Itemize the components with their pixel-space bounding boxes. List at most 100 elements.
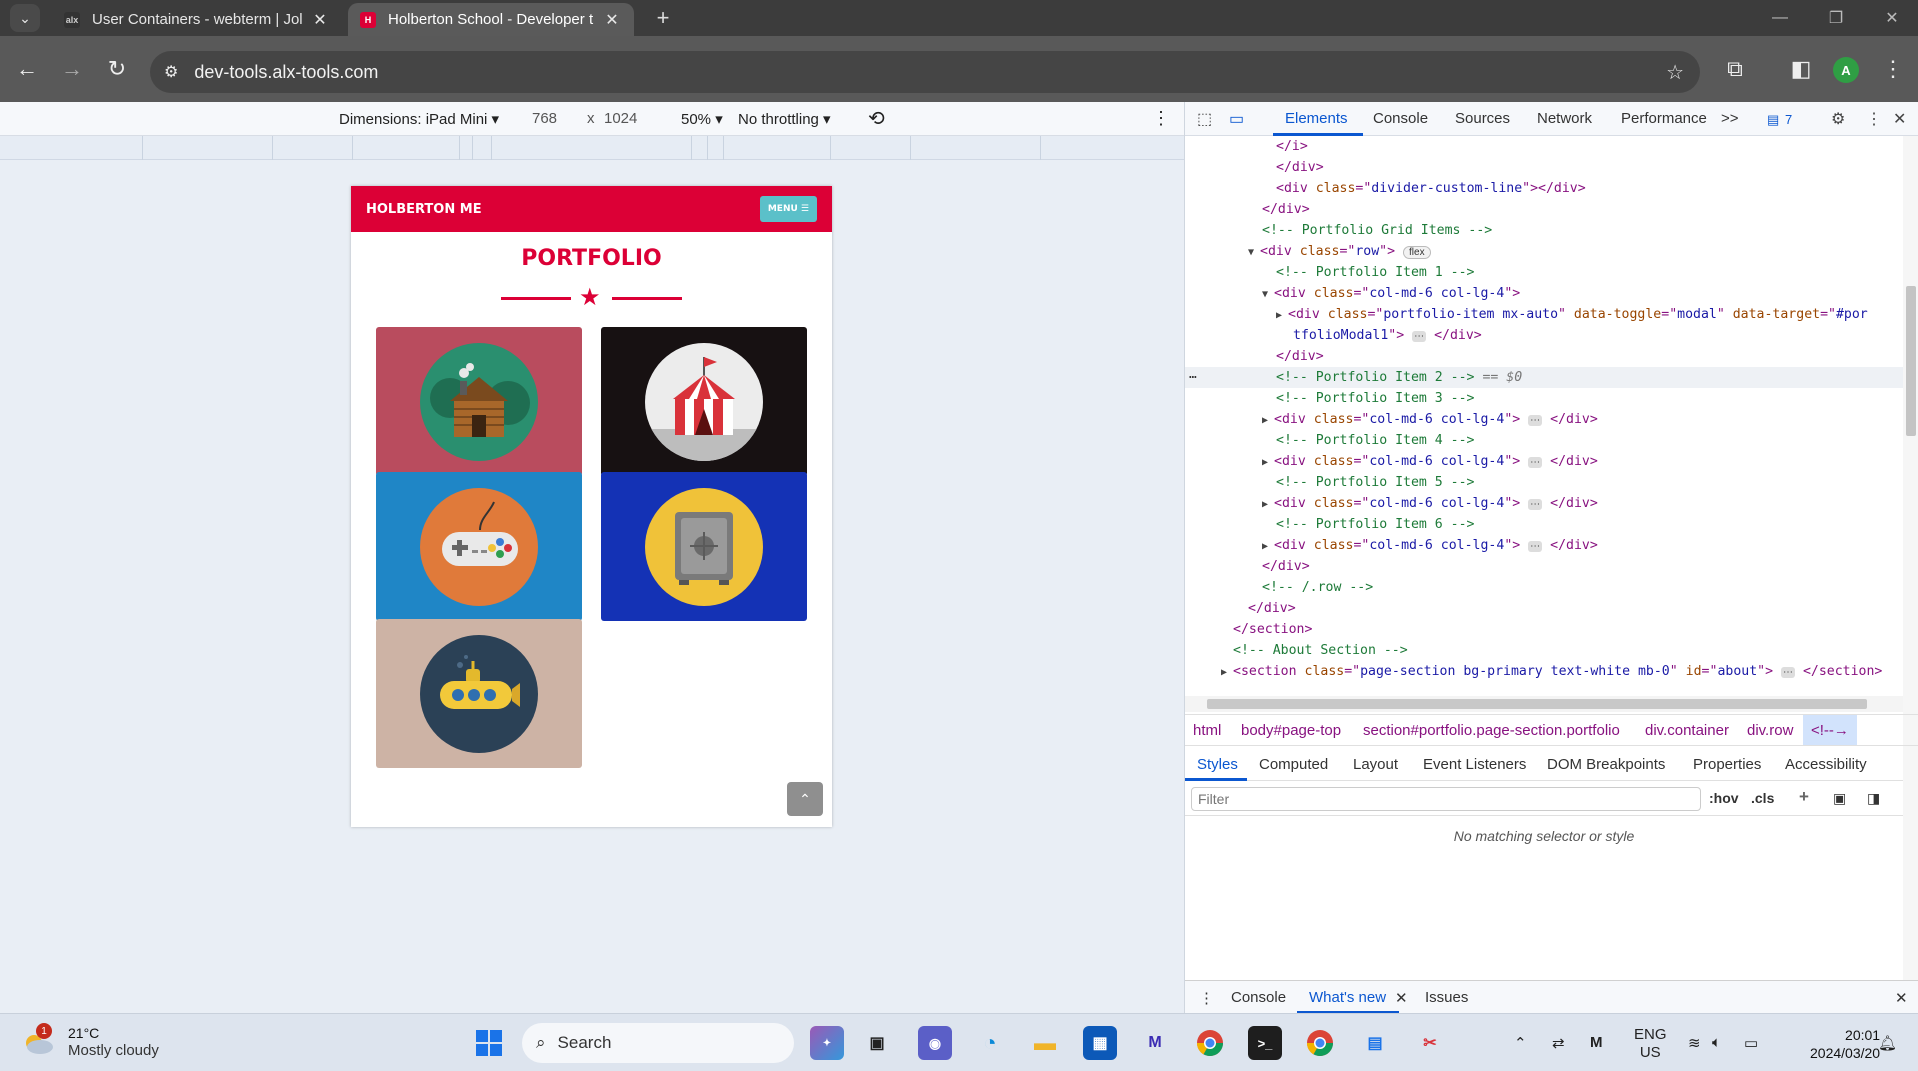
file-explorer-icon[interactable]: ▬ bbox=[1028, 1026, 1062, 1060]
settings-gear-icon[interactable]: ⚙ bbox=[1831, 109, 1845, 129]
dom-line[interactable]: <div class="divider-custom-line"></div> bbox=[1276, 178, 1586, 199]
collapsed-content-button[interactable]: ⋯ bbox=[1528, 541, 1543, 552]
crumb-comment[interactable]: <!--→ bbox=[1803, 715, 1857, 745]
crumb-html[interactable]: html bbox=[1193, 722, 1221, 739]
portfolio-item-circus[interactable] bbox=[601, 327, 807, 476]
dom-line[interactable]: <!-- About Section --> bbox=[1233, 640, 1408, 661]
chrome-icon[interactable] bbox=[1193, 1026, 1227, 1060]
wifi-icon[interactable]: ≋ bbox=[1688, 1034, 1701, 1052]
tab-properties[interactable]: Properties bbox=[1693, 756, 1761, 773]
dom-line[interactable]: ▶ <div class="col-md-6 col-lg-4"> ⋯ </di… bbox=[1262, 409, 1598, 430]
profile-avatar[interactable]: A bbox=[1833, 57, 1859, 83]
device-height-input[interactable]: 1024 bbox=[604, 110, 637, 127]
dom-line[interactable]: <!-- Portfolio Item 5 --> bbox=[1276, 472, 1475, 493]
address-bar[interactable]: ⚙ dev-tools.alx-tools.com ☆ bbox=[150, 51, 1700, 93]
edge-icon[interactable]: ◔ bbox=[973, 1026, 1007, 1060]
collapsed-content-button[interactable]: ⋯ bbox=[1528, 415, 1543, 426]
dom-line[interactable]: <!-- Portfolio Item 6 --> bbox=[1276, 514, 1475, 535]
new-style-rule-icon[interactable]: + bbox=[1799, 787, 1809, 807]
scroll-to-top-button[interactable]: ⌃ bbox=[787, 782, 823, 816]
close-devtools-icon[interactable]: ✕ bbox=[1893, 109, 1906, 129]
zoom-select[interactable]: 50% ▾ bbox=[681, 110, 723, 128]
collapsed-content-button[interactable]: ⋯ bbox=[1412, 331, 1427, 342]
more-tabs-button[interactable]: >> bbox=[1721, 110, 1739, 127]
crumb-row[interactable]: div.row bbox=[1747, 722, 1793, 739]
dom-line-selected[interactable]: ⋯ <!-- Portfolio Item 2 --> == $0 bbox=[1185, 367, 1903, 388]
drawer-tab-issues[interactable]: Issues bbox=[1425, 989, 1468, 1006]
tab-layout[interactable]: Layout bbox=[1353, 756, 1398, 773]
drawer-tab-console[interactable]: Console bbox=[1231, 989, 1286, 1006]
dom-line[interactable]: <!-- Portfolio Item 1 --> bbox=[1276, 262, 1475, 283]
tray-app-icon[interactable]: M bbox=[1590, 1034, 1603, 1051]
dom-line[interactable]: ▶ <section class="page-section bg-primar… bbox=[1221, 661, 1882, 682]
dom-line[interactable]: </div> bbox=[1262, 199, 1310, 220]
battery-icon[interactable]: ▭ bbox=[1744, 1034, 1758, 1052]
rotate-icon[interactable]: ⟲ bbox=[868, 106, 885, 131]
tray-overflow-icon[interactable]: ⌃ bbox=[1514, 1034, 1527, 1052]
crumb-section[interactable]: section#portfolio.page-section.portfolio bbox=[1363, 722, 1620, 739]
copilot-icon[interactable]: ✦ bbox=[810, 1026, 844, 1060]
tab-computed[interactable]: Computed bbox=[1259, 756, 1328, 773]
portfolio-item-game[interactable] bbox=[376, 472, 582, 621]
bookmark-star-icon[interactable]: ☆ bbox=[1666, 60, 1684, 85]
tab-console[interactable]: Console bbox=[1373, 110, 1428, 127]
more-options-icon[interactable]: ⋮ bbox=[1152, 108, 1170, 129]
tab-user-containers[interactable]: alx User Containers - webterm | Jol ✕ bbox=[52, 3, 342, 36]
dom-line[interactable]: <!-- Portfolio Item 4 --> bbox=[1276, 430, 1475, 451]
tab-accessibility[interactable]: Accessibility bbox=[1785, 756, 1867, 773]
portfolio-item-submarine[interactable] bbox=[376, 619, 582, 768]
dom-line[interactable]: </section> bbox=[1233, 619, 1312, 640]
dom-line[interactable]: </div> bbox=[1262, 556, 1310, 577]
forward-button[interactable]: → bbox=[55, 52, 89, 86]
expand-arrow-icon[interactable]: ▶ bbox=[1262, 499, 1274, 510]
task-view-icon[interactable]: ▣ bbox=[860, 1026, 894, 1060]
device-width-input[interactable]: 768 bbox=[532, 110, 557, 127]
dom-line[interactable]: ▶ <div class="col-md-6 col-lg-4"> ⋯ </di… bbox=[1262, 451, 1598, 472]
taskbar-search[interactable]: ⌕ Search bbox=[522, 1023, 794, 1063]
portfolio-item-cabin[interactable] bbox=[376, 327, 582, 476]
scrollbar-thumb[interactable] bbox=[1906, 286, 1916, 436]
drawer-menu-icon[interactable]: ⋮ bbox=[1199, 989, 1214, 1007]
dom-line[interactable]: ▼ <div class="row"> flex bbox=[1248, 241, 1431, 262]
volume-icon[interactable]: 🔈︎ bbox=[1712, 1034, 1721, 1051]
dom-line[interactable]: ▼ <div class="col-md-6 col-lg-4"> bbox=[1262, 283, 1520, 304]
issues-icon[interactable]: ▤ bbox=[1767, 112, 1779, 128]
dom-line[interactable]: </i> bbox=[1276, 136, 1308, 157]
tab-sources[interactable]: Sources bbox=[1455, 110, 1510, 127]
expand-arrow-icon[interactable]: ▶ bbox=[1276, 310, 1288, 321]
dom-line[interactable]: ▶ <div class="portfolio-item mx-auto" da… bbox=[1276, 304, 1868, 325]
expand-arrow-icon[interactable]: ▼ bbox=[1262, 289, 1274, 300]
dom-line[interactable]: ▶ <div class="col-md-6 col-lg-4"> ⋯ </di… bbox=[1262, 493, 1598, 514]
tray-app-icon[interactable]: ⇄ bbox=[1552, 1034, 1565, 1052]
weather-widget[interactable]: 1 21°C Mostly cloudy bbox=[22, 1023, 159, 1060]
inspect-element-icon[interactable]: ⬚ bbox=[1197, 109, 1212, 129]
maximize-button[interactable]: ❐ bbox=[1808, 0, 1864, 36]
issues-count[interactable]: 7 bbox=[1785, 112, 1792, 127]
extensions-icon[interactable]: ⧉ bbox=[1718, 52, 1752, 86]
tab-elements[interactable]: Elements bbox=[1285, 110, 1348, 127]
window-close-button[interactable]: ✕ bbox=[1864, 0, 1918, 36]
dom-vertical-scrollbar[interactable] bbox=[1903, 136, 1918, 986]
reload-button[interactable]: ↻ bbox=[100, 52, 134, 86]
dom-line[interactable]: <!-- /.row --> bbox=[1262, 577, 1373, 598]
minimize-button[interactable]: — bbox=[1752, 0, 1808, 36]
device-dimensions-select[interactable]: Dimensions: iPad Mini ▾ bbox=[339, 110, 499, 128]
notepad-icon[interactable]: ▤ bbox=[1358, 1026, 1392, 1060]
new-tab-button[interactable]: + bbox=[648, 4, 678, 32]
dom-line[interactable]: </div> bbox=[1276, 157, 1324, 178]
tab-holberton[interactable]: H Holberton School - Developer t ✕ bbox=[348, 3, 634, 36]
devtools-menu-icon[interactable]: ⋮ bbox=[1866, 109, 1882, 129]
collapsed-content-button[interactable]: ⋯ bbox=[1528, 499, 1543, 510]
cls-toggle[interactable]: .cls bbox=[1751, 790, 1774, 806]
paint-icon[interactable]: ▣ bbox=[1833, 790, 1846, 807]
store-icon[interactable]: ▦ bbox=[1083, 1026, 1117, 1060]
sidebar-toggle-icon[interactable]: ◨ bbox=[1867, 790, 1880, 807]
close-icon[interactable]: ✕ bbox=[1395, 989, 1408, 1007]
dom-line[interactable]: </div> bbox=[1248, 598, 1296, 619]
snipping-tool-icon[interactable]: ✂ bbox=[1413, 1026, 1447, 1060]
tab-styles[interactable]: Styles bbox=[1197, 756, 1238, 773]
dom-tree[interactable]: </i> </div> <div class="divider-custom-l… bbox=[1185, 136, 1903, 708]
chrome-profile-icon[interactable] bbox=[1303, 1026, 1337, 1060]
close-icon[interactable]: ✕ bbox=[310, 10, 330, 30]
collapsed-content-button[interactable]: ⋯ bbox=[1528, 457, 1543, 468]
